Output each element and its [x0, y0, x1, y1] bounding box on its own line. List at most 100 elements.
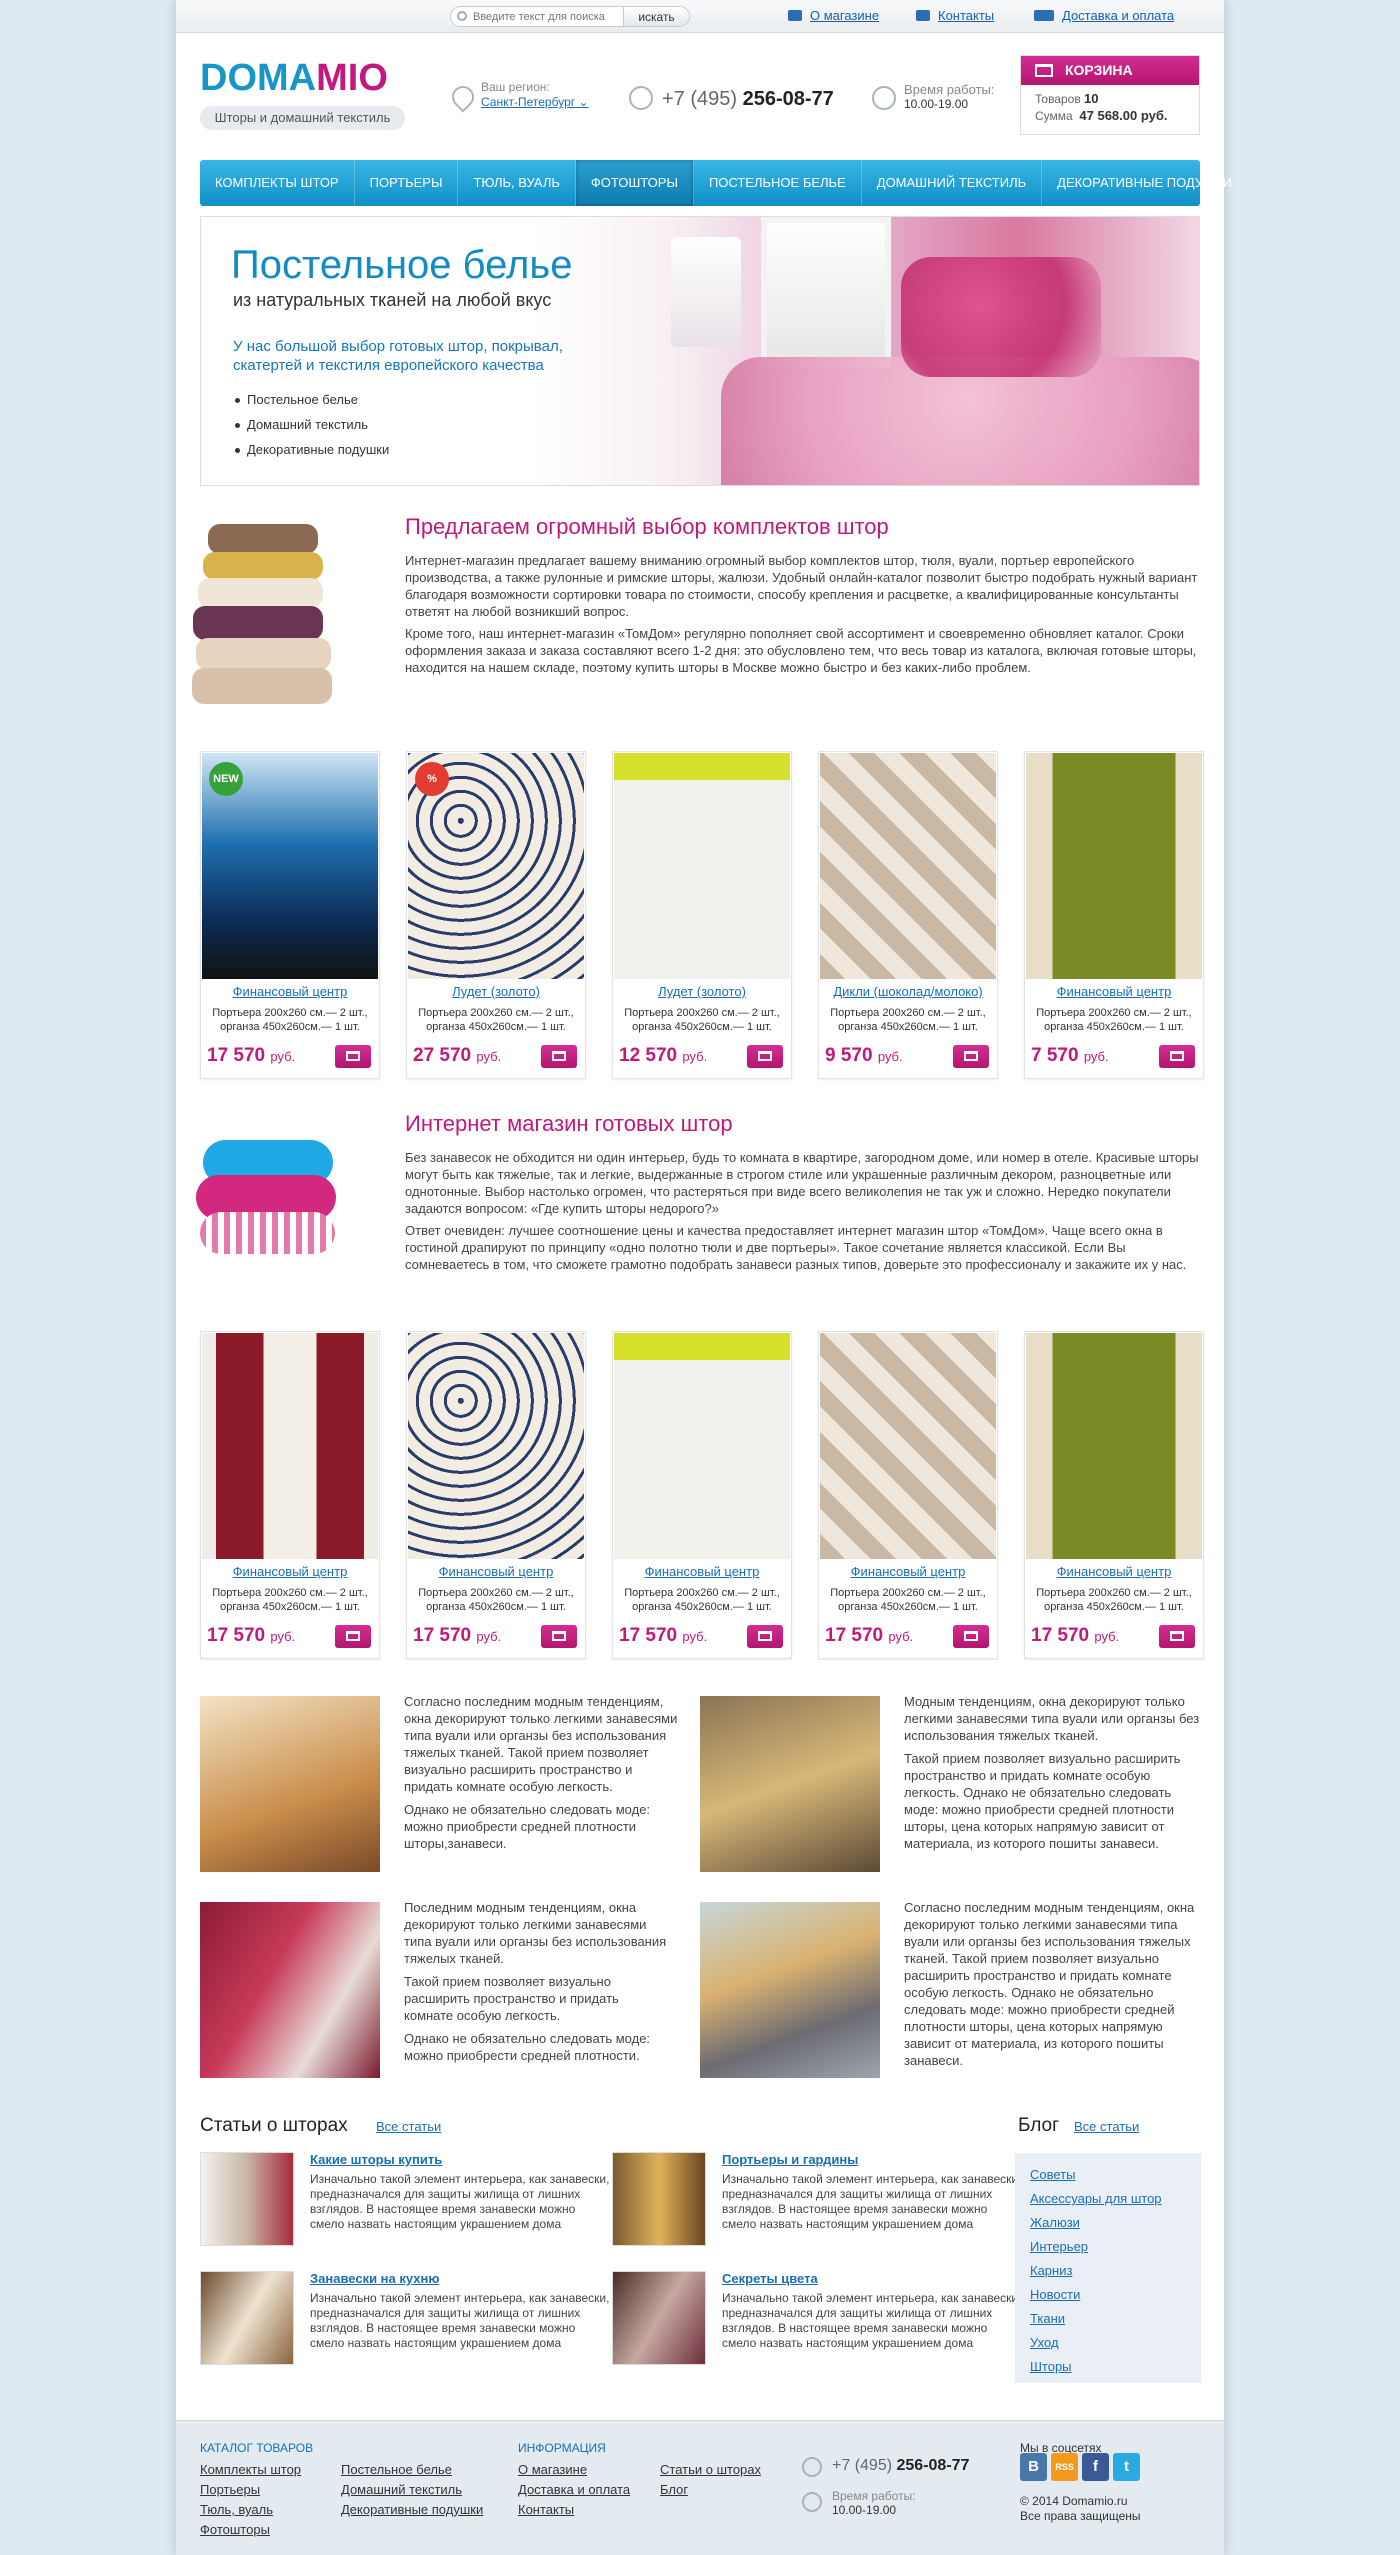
blog-category-link[interactable]: Жалюзи — [1030, 2211, 1186, 2235]
product-name-link[interactable]: Лудет (золото) — [613, 984, 791, 1001]
product-card[interactable]: Финансовый центр Портьера 200x260 см.— 2 … — [406, 1331, 586, 1659]
product-card[interactable]: NEW Финансовый центр Портьера 200x260 см.—… — [200, 751, 380, 1079]
footer-link[interactable]: О магазине — [518, 2460, 630, 2480]
blog-category-link[interactable]: Карниз — [1030, 2259, 1186, 2283]
blog-category-link[interactable]: Аксессуары для штор — [1030, 2187, 1186, 2211]
add-to-cart-button[interactable] — [953, 1045, 989, 1068]
footer-work-hours: 10.00-19.00 — [832, 2503, 897, 2517]
footer-link[interactable]: Постельное белье — [341, 2460, 483, 2480]
article-link[interactable]: Какие шторы купить — [310, 2152, 442, 2169]
product-card[interactable]: Финансовый центр Портьера 200x260 см.— 2 … — [1024, 1331, 1204, 1659]
article-thumbnail[interactable] — [612, 2271, 706, 2365]
footer-link[interactable]: Тюль, вуаль — [200, 2500, 301, 2520]
add-to-cart-button[interactable] — [335, 1625, 371, 1648]
nav-item-bedding[interactable]: Постельное белье — [694, 160, 862, 206]
article-link[interactable]: Занавески на кухню — [310, 2271, 439, 2288]
product-card[interactable]: Финансовый центр Портьера 200x260 см.— 2 … — [612, 1331, 792, 1659]
blog-category-link[interactable]: Советы — [1030, 2163, 1186, 2187]
rss-icon[interactable]: RSS — [1051, 2453, 1078, 2481]
product-image[interactable] — [820, 1333, 996, 1559]
hero-banner[interactable]: Постельное белье из натуральных тканей н… — [200, 216, 1200, 486]
add-to-cart-button[interactable] — [747, 1045, 783, 1068]
product-card[interactable]: Финансовый центр Портьера 200x260 см.— 2 … — [818, 1331, 998, 1659]
footer-link[interactable]: Статьи о шторах — [660, 2460, 761, 2480]
add-to-cart-button[interactable] — [747, 1625, 783, 1648]
footer-link[interactable]: Контакты — [518, 2500, 630, 2520]
phone-icon — [802, 2457, 822, 2477]
add-to-cart-button[interactable] — [541, 1045, 577, 1068]
cart-widget[interactable]: КОРЗИНА Товаров 10 Сумма 47 568.00 руб. — [1020, 55, 1200, 135]
product-name-link[interactable]: Дикли (шоколад/молоко) — [819, 984, 997, 1001]
article-card[interactable]: Портьеры и гардины Изначально такой элем… — [612, 2152, 1027, 2252]
nav-item-kits[interactable]: Комплекты штор — [200, 160, 355, 206]
product-image[interactable] — [614, 1333, 790, 1559]
product-image[interactable] — [1026, 1333, 1202, 1559]
article-card[interactable]: Занавески на кухню Изначально такой элем… — [200, 2271, 615, 2371]
footer-link[interactable]: Портьеры — [200, 2480, 301, 2500]
twitter-icon[interactable]: t — [1113, 2453, 1140, 2481]
blog-category-link[interactable]: Уход — [1030, 2331, 1186, 2355]
vk-icon[interactable]: В — [1020, 2453, 1047, 2481]
product-image[interactable] — [202, 1333, 378, 1559]
product-image[interactable] — [820, 753, 996, 979]
truck-icon — [1034, 10, 1054, 21]
product-name-link[interactable]: Лудет (золото) — [407, 984, 585, 1001]
nav-item-pillows[interactable]: Декоративные подушки — [1042, 160, 1247, 206]
product-image[interactable] — [614, 753, 790, 979]
article-card[interactable]: Секреты цвета Изначально такой элемент и… — [612, 2271, 1027, 2371]
footer-link[interactable]: Доставка и оплата — [518, 2480, 630, 2500]
slogan: Шторы и домашний текстиль — [200, 106, 405, 130]
blog-category-link[interactable]: Шторы — [1030, 2355, 1186, 2379]
product-name-link[interactable]: Финансовый центр — [613, 1564, 791, 1581]
contacts-link[interactable]: Контакты — [916, 8, 994, 25]
product-image[interactable] — [408, 1333, 584, 1559]
blog-category-link[interactable]: Ткани — [1030, 2307, 1186, 2331]
add-to-cart-button[interactable] — [953, 1625, 989, 1648]
article-link[interactable]: Секреты цвета — [722, 2271, 818, 2288]
product-image[interactable] — [1026, 753, 1202, 979]
delivery-link[interactable]: Доставка и оплата — [1034, 8, 1174, 25]
product-name-link[interactable]: Финансовый центр — [1025, 984, 1203, 1001]
footer-info-title: Информация — [518, 2441, 606, 2455]
article-thumbnail[interactable] — [200, 2271, 294, 2365]
product-name-link[interactable]: Финансовый центр — [201, 1564, 379, 1581]
add-to-cart-button[interactable] — [335, 1045, 371, 1068]
article-link[interactable]: Портьеры и гардины — [722, 2152, 858, 2169]
search-button[interactable]: искать — [623, 7, 689, 26]
product-name-link[interactable]: Финансовый центр — [819, 1564, 997, 1581]
search-input[interactable] — [473, 7, 623, 26]
article-thumbnail[interactable] — [612, 2152, 706, 2246]
article-thumbnail[interactable] — [200, 2152, 294, 2246]
cart-icon — [1035, 64, 1053, 77]
nav-item-home-textile[interactable]: Домашний текстиль — [862, 160, 1043, 206]
region-select[interactable]: Санкт-Петербург ⌄ — [481, 95, 589, 111]
add-to-cart-button[interactable] — [1159, 1045, 1195, 1068]
footer-link[interactable]: Домашний текстиль — [341, 2480, 483, 2500]
product-name-link[interactable]: Финансовый центр — [1025, 1564, 1203, 1581]
logo[interactable]: DOMAMIO — [200, 54, 388, 103]
footer-link[interactable]: Комплекты штор — [200, 2460, 301, 2480]
blog-category-link[interactable]: Новости — [1030, 2283, 1186, 2307]
footer-link[interactable]: Декоративные подушки — [341, 2500, 483, 2520]
all-articles-link[interactable]: Все статьи — [376, 2119, 441, 2136]
nav-item-portieres[interactable]: Портьеры — [355, 160, 459, 206]
product-card[interactable]: Лудет (золото) Портьера 200x260 см.— 2 шт… — [612, 751, 792, 1079]
blog-all-link[interactable]: Все статьи — [1074, 2119, 1139, 2136]
footer-link[interactable]: Фотошторы — [200, 2520, 301, 2540]
blog-category-link[interactable]: Интерьер — [1030, 2235, 1186, 2259]
product-card[interactable]: % Лудет (золото) Портьера 200x260 см.— 2 ш… — [406, 751, 586, 1079]
product-name-link[interactable]: Финансовый центр — [201, 984, 379, 1001]
nav-item-tulle[interactable]: Тюль, вуаль — [458, 160, 576, 206]
footer-link[interactable]: Блог — [660, 2480, 761, 2500]
facebook-icon[interactable]: f — [1082, 2453, 1109, 2481]
product-name-link[interactable]: Финансовый центр — [407, 1564, 585, 1581]
about-link[interactable]: О магазине — [788, 8, 879, 25]
footer-catalog-title: Каталог товаров — [200, 2441, 314, 2455]
add-to-cart-button[interactable] — [1159, 1625, 1195, 1648]
add-to-cart-button[interactable] — [541, 1625, 577, 1648]
product-card[interactable]: Дикли (шоколад/молоко) Портьера 200x260 с… — [818, 751, 998, 1079]
article-card[interactable]: Какие шторы купить Изначально такой элем… — [200, 2152, 615, 2252]
product-card[interactable]: Финансовый центр Портьера 200x260 см.— 2 … — [200, 1331, 380, 1659]
nav-item-photo-curtains[interactable]: Фотошторы — [575, 160, 694, 206]
product-card[interactable]: Финансовый центр Портьера 200x260 см.— 2 … — [1024, 751, 1204, 1079]
